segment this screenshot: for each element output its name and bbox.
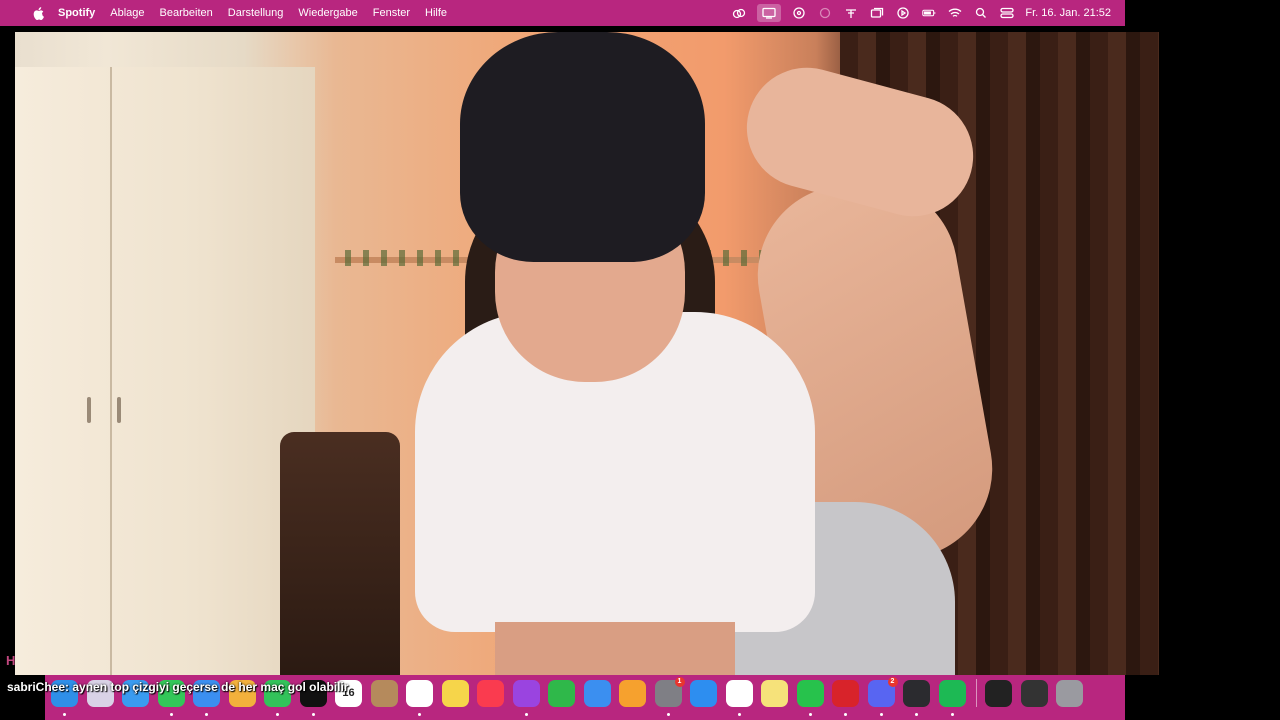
- menu-fenster[interactable]: Fenster: [373, 7, 410, 19]
- chat-prefix: H: [6, 653, 16, 668]
- battery-icon[interactable]: [921, 6, 937, 20]
- system-settings-icon[interactable]: 1: [654, 676, 685, 716]
- control-center-icon[interactable]: [999, 6, 1015, 20]
- apple-icon[interactable]: [32, 6, 44, 20]
- running-indicator: [63, 712, 66, 716]
- running-indicator: [205, 712, 208, 716]
- reminders-icon[interactable]: [406, 679, 433, 716]
- running-indicator: [879, 712, 883, 716]
- running-indicator: [524, 712, 528, 716]
- running-indicator: [418, 712, 421, 716]
- podcasts-icon[interactable]: [512, 679, 540, 716]
- trash-icon[interactable]: [1056, 679, 1083, 707]
- wardrobe: [15, 67, 315, 675]
- contacts-icon[interactable]: [370, 679, 398, 707]
- running-indicator: [276, 712, 279, 716]
- menu-hilfe[interactable]: Hilfe: [425, 7, 447, 19]
- person: [395, 32, 1007, 675]
- wifi-icon[interactable]: [947, 6, 963, 20]
- screen-thumbnail-icon[interactable]: [985, 679, 1012, 707]
- obs-icon[interactable]: [791, 6, 807, 20]
- music-icon[interactable]: [477, 679, 504, 707]
- running-indicator: [915, 712, 918, 716]
- notification-badge: 1: [674, 676, 685, 687]
- running-indicator: [737, 712, 741, 716]
- chair: [280, 432, 400, 675]
- running-indicator: [666, 712, 670, 716]
- app-store-icon[interactable]: [690, 679, 717, 707]
- search-icon[interactable]: [973, 6, 989, 20]
- running-indicator: [808, 712, 812, 716]
- numbers-icon[interactable]: [548, 679, 575, 707]
- menu-spotify[interactable]: Spotify: [58, 7, 95, 19]
- chrome-icon[interactable]: [725, 679, 753, 716]
- screen-mirroring-icon[interactable]: [757, 4, 782, 22]
- uhh-app-icon[interactable]: [832, 679, 859, 716]
- status-area: Fr. 16. Jan. 21:52: [721, 0, 1111, 26]
- stickies-icon[interactable]: [761, 679, 788, 707]
- running-indicator: [311, 712, 315, 716]
- menu-bearbeiten[interactable]: Bearbeiten: [160, 7, 213, 19]
- window-thumbnail-icon[interactable]: [1020, 679, 1048, 707]
- whatsapp-icon[interactable]: [796, 679, 824, 716]
- menu-darstellung[interactable]: Darstellung: [228, 7, 284, 19]
- menu-bar: Spotify Ablage Bearbeiten Darstellung Wi…: [0, 0, 1125, 26]
- chat-text: : aynen top çizgiyi geçerse de her maç g…: [65, 680, 349, 694]
- running-indicator: [950, 712, 954, 716]
- running-indicator: [169, 712, 173, 716]
- notification-badge: 2: [887, 676, 898, 687]
- baseball-cap: [460, 32, 705, 262]
- recording-icon[interactable]: [817, 6, 833, 20]
- pages-icon[interactable]: [619, 679, 646, 707]
- keynote-icon[interactable]: [583, 679, 611, 707]
- discord-icon[interactable]: 2: [867, 676, 898, 716]
- creative-cloud-icon[interactable]: [731, 6, 747, 20]
- obs-studio-icon[interactable]: [903, 679, 930, 716]
- menu-clock[interactable]: Fr. 16. Jan. 21:52: [1025, 7, 1111, 19]
- webcam-video: [15, 32, 1159, 675]
- notes-icon[interactable]: [441, 679, 469, 707]
- airdrop-icon[interactable]: [843, 6, 859, 20]
- chat-message: sabriChee: aynen top çizgiyi geçerse de …: [7, 680, 348, 694]
- menu-wiedergabe[interactable]: Wiedergabe: [298, 7, 357, 19]
- dock-separator: [976, 679, 977, 707]
- menu-ablage[interactable]: Ablage: [110, 7, 144, 19]
- spotify-icon[interactable]: [938, 679, 966, 716]
- chat-username: sabriChee: [7, 680, 66, 694]
- play-icon[interactable]: [895, 6, 911, 20]
- running-indicator: [844, 712, 847, 716]
- window-icon[interactable]: [869, 6, 885, 20]
